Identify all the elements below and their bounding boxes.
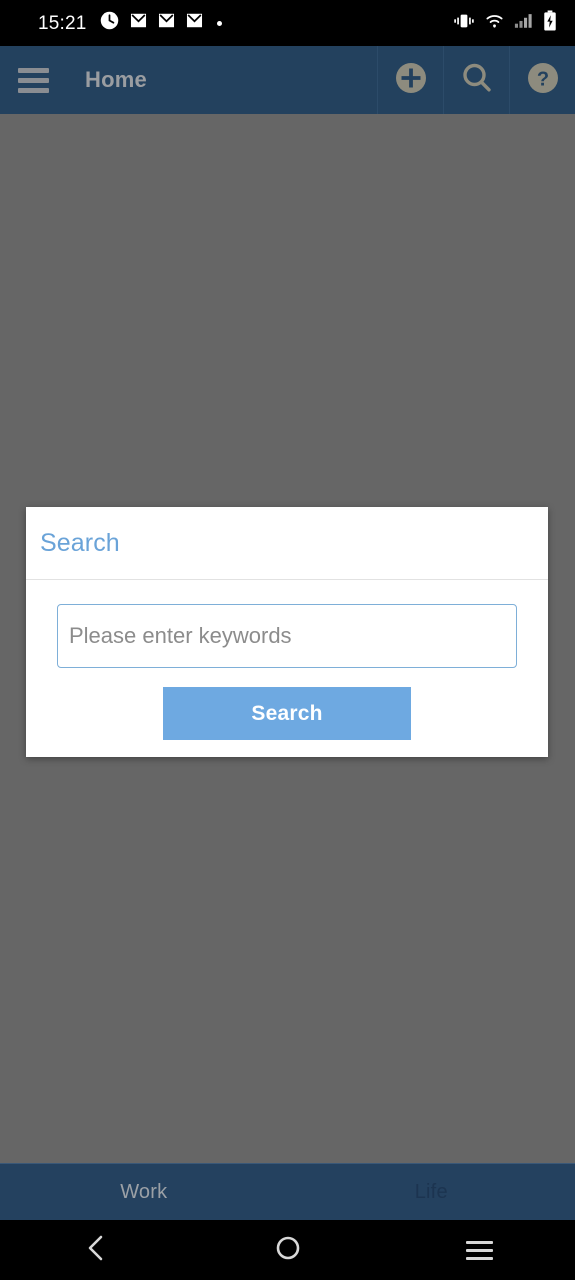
alarm-clock-icon — [99, 10, 120, 36]
recents-bar-2 — [465, 1248, 493, 1252]
svg-text:?: ? — [536, 68, 548, 90]
cellular-signal-icon — [514, 12, 534, 34]
dialog-body: Search — [26, 580, 548, 757]
nav-home-button[interactable] — [192, 1220, 384, 1280]
vibrate-icon — [453, 12, 475, 35]
status-bar-left: 15:21 — [38, 10, 453, 36]
hamburger-menu-icon — [465, 1240, 493, 1260]
menu-bar-3 — [17, 87, 49, 93]
search-submit-button[interactable]: Search — [163, 687, 411, 740]
plus-circle-icon — [393, 60, 429, 101]
search-dialog: Search Search — [26, 507, 548, 757]
notification-dot-icon — [216, 20, 222, 26]
search-icon — [459, 60, 495, 101]
hamburger-menu-icon[interactable] — [0, 46, 62, 114]
wifi-icon — [484, 12, 505, 34]
menu-bar-2 — [17, 77, 49, 83]
status-bar-clock: 15:21 — [38, 12, 87, 34]
app-bar: Home ? — [0, 46, 575, 114]
mail-icon — [185, 11, 204, 35]
help-circle-icon: ? — [525, 60, 561, 101]
phone-screen: 15:21 Home ? Search Please enter keyword… — [0, 0, 575, 1280]
dialog-title: Search — [40, 528, 120, 557]
page-title: Home — [85, 67, 147, 92]
battery-charging-icon — [543, 10, 557, 36]
app-bar-actions: ? — [377, 46, 575, 114]
recents-bar-3 — [465, 1256, 493, 1260]
status-bar-right — [453, 10, 557, 36]
recents-bar-1 — [465, 1240, 493, 1244]
tab-work[interactable]: Work — [0, 1164, 288, 1220]
android-navigation-bar — [0, 1220, 575, 1280]
mail-icon — [157, 11, 176, 35]
help-button[interactable]: ? — [509, 46, 575, 114]
dialog-header: Search — [26, 507, 548, 580]
add-button[interactable] — [377, 46, 443, 114]
bottom-tab-bar: Work Life — [0, 1163, 575, 1220]
search-input[interactable] — [57, 604, 517, 668]
mail-icon — [129, 11, 148, 35]
nav-recents-button[interactable] — [383, 1220, 575, 1280]
chevron-left-icon — [82, 1233, 110, 1268]
circle-icon — [274, 1234, 302, 1267]
tab-life[interactable]: Life — [288, 1164, 575, 1220]
dialog-actions: Search — [57, 687, 517, 740]
menu-bar-1 — [17, 67, 49, 73]
search-button[interactable] — [443, 46, 509, 114]
status-bar: 15:21 — [0, 0, 575, 46]
nav-back-button[interactable] — [0, 1220, 192, 1280]
